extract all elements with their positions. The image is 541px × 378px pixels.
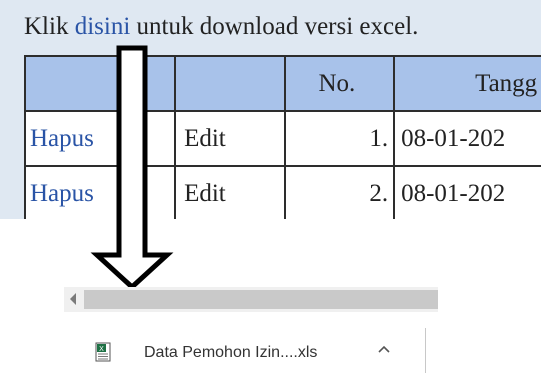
edit-link[interactable]: Edit: [174, 165, 286, 219]
row-number: 2.: [283, 165, 396, 219]
scrollbar-thumb[interactable]: [84, 290, 438, 309]
row-date: 08-01-202: [393, 165, 541, 219]
scroll-left-arrow-icon[interactable]: [70, 293, 76, 305]
intro-suffix: untuk download versi excel.: [130, 13, 419, 40]
download-shelf-item[interactable]: X Data Pemohon Izin....xls: [84, 330, 404, 374]
applicant-table: No. Tangg Hapus Edit 1. 08-01-202 Hapus …: [23, 55, 541, 219]
column-header-no: No.: [283, 55, 396, 112]
table-row: Hapus Edit 1. 08-01-202: [23, 110, 541, 167]
delete-link[interactable]: Hapus: [23, 165, 177, 219]
intro-prefix: Klik: [24, 13, 75, 40]
table-header-row: No. Tangg: [23, 55, 541, 112]
column-header-action-edit: [174, 55, 286, 112]
row-date: 08-01-202: [393, 110, 541, 167]
delete-link[interactable]: Hapus: [23, 110, 177, 167]
svg-text:X: X: [99, 346, 104, 353]
excel-download-instruction: Klik disini untuk download versi excel.: [24, 10, 418, 44]
column-header-tanggal: Tangg: [393, 55, 541, 112]
download-file-name: Data Pemohon Izin....xls: [144, 344, 318, 361]
web-page-content: Klik disini untuk download versi excel. …: [0, 0, 541, 219]
download-shelf-divider: [425, 328, 426, 373]
table-row: Hapus Edit 2. 08-01-202: [23, 165, 541, 219]
column-header-action-delete: [23, 55, 177, 112]
chevron-up-icon[interactable]: [376, 342, 392, 358]
download-excel-link[interactable]: disini: [75, 13, 131, 40]
horizontal-scrollbar[interactable]: [64, 287, 438, 312]
excel-file-icon: X: [95, 342, 111, 362]
edit-link[interactable]: Edit: [174, 110, 286, 167]
row-number: 1.: [283, 110, 396, 167]
